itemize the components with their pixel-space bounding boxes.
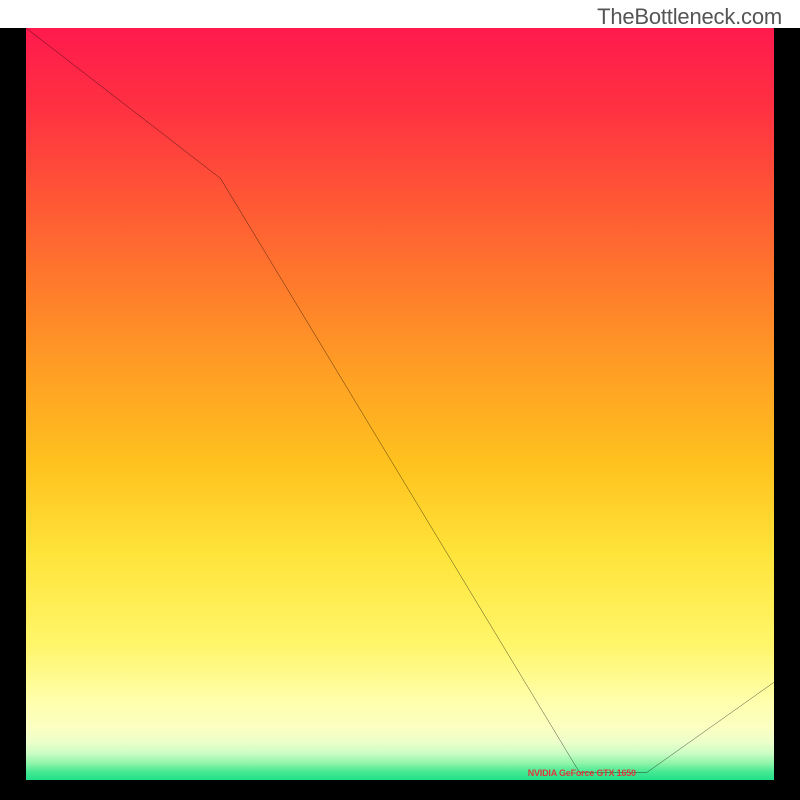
plot-outer-border: NVIDIA GeForce GTX 1650 — [0, 28, 800, 800]
data-line — [26, 28, 774, 780]
watermark-text: TheBottleneck.com — [597, 4, 782, 30]
plot-area: NVIDIA GeForce GTX 1650 — [26, 28, 774, 780]
chart-frame: TheBottleneck.com — [0, 0, 800, 800]
